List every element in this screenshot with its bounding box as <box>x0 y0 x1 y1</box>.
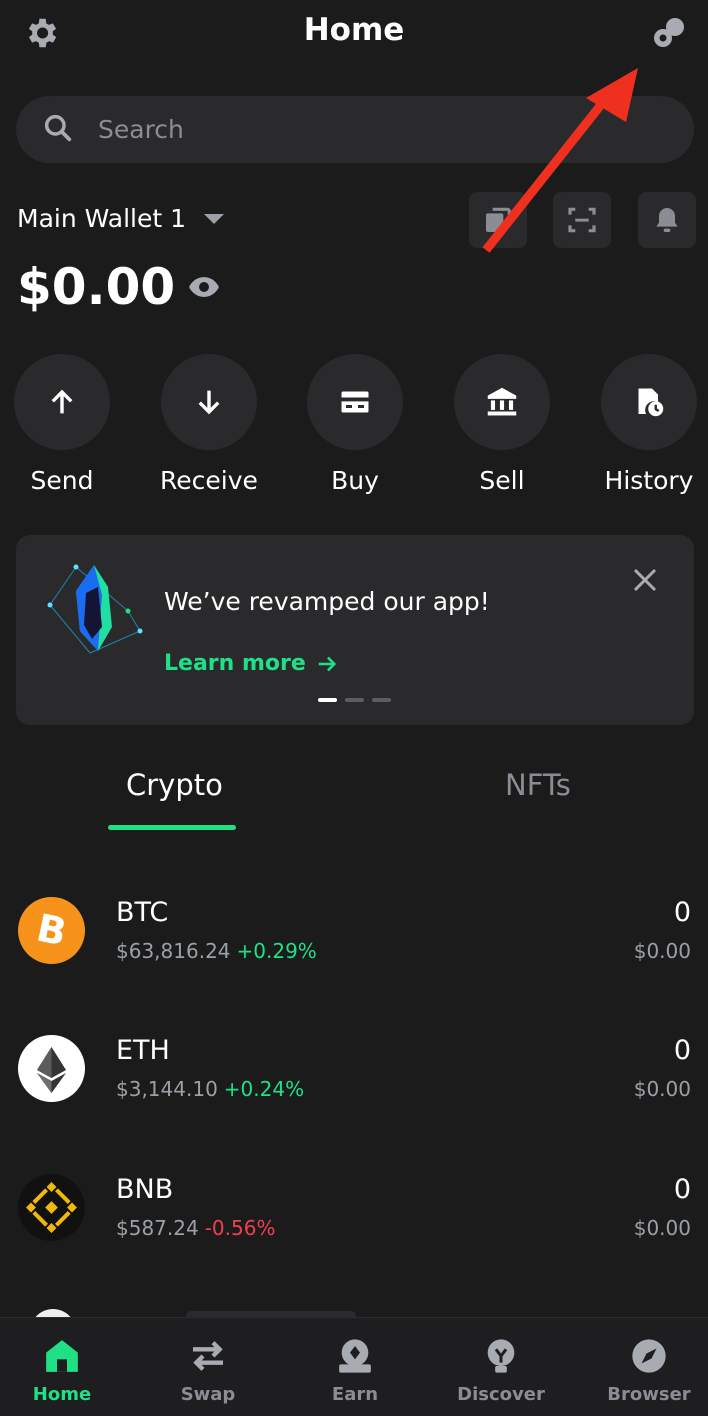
send-action[interactable]: Send <box>14 354 110 495</box>
svg-text:B: B <box>33 905 70 954</box>
promo-banner[interactable]: We’ve revamped our app! Learn more <box>16 535 694 725</box>
wallet-selector[interactable]: Main Wallet 1 <box>17 204 224 233</box>
compass-icon <box>632 1339 666 1373</box>
asset-change: -0.56% <box>204 1216 276 1240</box>
asset-price: $63,816.24 <box>116 939 231 963</box>
bnb-icon <box>18 1174 85 1241</box>
balance-value: $0.00 <box>17 258 176 316</box>
lightbulb-icon <box>487 1339 515 1373</box>
asset-row-eth[interactable]: ETH $3,144.10 +0.24% 0 $0.00 <box>0 1035 708 1135</box>
active-tab-indicator <box>108 825 236 830</box>
nav-browser-label: Browser <box>607 1384 691 1405</box>
asset-row-btc[interactable]: B BTC $63,816.24 +0.29% 0 $0.00 <box>0 897 708 997</box>
nav-earn[interactable]: Earn <box>290 1334 420 1405</box>
history-icon <box>638 388 664 417</box>
buy-action[interactable]: Buy <box>307 354 403 495</box>
asset-change: +0.29% <box>236 939 317 963</box>
receive-action[interactable]: Receive <box>160 354 258 495</box>
nav-swap[interactable]: Swap <box>143 1334 273 1405</box>
asset-fiat-value: $0.00 <box>633 939 691 963</box>
learn-more-label: Learn more <box>164 651 306 676</box>
asset-change: +0.24% <box>223 1077 305 1101</box>
home-icon <box>46 1340 78 1372</box>
asset-row-bnb[interactable]: BNB $587.24 -0.56% 0 $0.00 <box>0 1174 708 1274</box>
tab-nfts[interactable]: NFTs <box>505 768 571 802</box>
earn-icon <box>339 1339 371 1373</box>
page-title: Home <box>303 12 405 48</box>
link-icon[interactable] <box>650 14 688 52</box>
nav-discover[interactable]: Discover <box>436 1334 566 1405</box>
nav-swap-label: Swap <box>180 1384 236 1405</box>
nav-home-label: Home <box>32 1384 92 1405</box>
nav-discover-label: Discover <box>457 1384 545 1405</box>
annotation-arrow-icon <box>482 68 638 253</box>
asset-price: $587.24 <box>116 1216 199 1240</box>
asset-amount: 0 <box>673 1035 691 1066</box>
sell-label: Sell <box>479 466 525 495</box>
carousel-dot <box>345 698 364 702</box>
learn-more-link[interactable]: Learn more <box>164 651 338 676</box>
card-icon <box>341 391 369 413</box>
tab-crypto[interactable]: Crypto <box>126 768 223 802</box>
carousel-dot <box>318 698 337 702</box>
carousel-indicator <box>318 698 391 702</box>
nav-browser[interactable]: Browser <box>584 1334 708 1405</box>
nav-earn-label: Earn <box>331 1384 379 1405</box>
asset-amount: 0 <box>673 1174 691 1205</box>
bank-icon <box>487 387 517 416</box>
history-action[interactable]: History <box>601 354 697 495</box>
asset-price-line: $3,144.10 +0.24% <box>116 1077 304 1101</box>
wallet-name: Main Wallet 1 <box>17 204 186 233</box>
asset-symbol: ETH <box>116 1035 170 1066</box>
asset-price-line: $587.24 -0.56% <box>116 1216 275 1240</box>
ethereum-icon <box>18 1035 85 1102</box>
asset-symbol: BNB <box>116 1174 174 1205</box>
search-icon <box>44 114 72 142</box>
history-label: History <box>604 466 694 495</box>
asset-price: $3,144.10 <box>116 1077 218 1101</box>
asset-price-line: $63,816.24 +0.29% <box>116 939 317 963</box>
asset-fiat-value: $0.00 <box>633 1216 691 1240</box>
arrow-up-icon <box>51 389 73 414</box>
chevron-down-icon <box>204 213 224 224</box>
banner-message: We’ve revamped our app! <box>164 587 490 616</box>
carousel-dot <box>372 698 391 702</box>
eye-icon[interactable] <box>187 270 221 304</box>
bottom-nav: Home Swap Earn Discover Browser <box>0 1317 708 1416</box>
send-label: Send <box>30 466 94 495</box>
arrow-down-icon <box>198 390 220 415</box>
asset-amount: 0 <box>673 897 691 928</box>
swap-icon <box>193 1341 223 1371</box>
bell-icon <box>656 208 678 232</box>
asset-symbol: BTC <box>116 897 169 928</box>
asset-fiat-value: $0.00 <box>633 1077 691 1101</box>
close-icon[interactable] <box>630 565 660 595</box>
wallet-balance: $0.00 <box>17 258 221 316</box>
receive-label: Receive <box>160 466 258 495</box>
nav-home[interactable]: Home <box>0 1334 127 1405</box>
bitcoin-icon: B <box>18 897 85 964</box>
arrow-right-icon <box>318 656 336 671</box>
crystal-illustration-icon <box>47 564 143 654</box>
sell-action[interactable]: Sell <box>454 354 550 495</box>
buy-label: Buy <box>331 466 379 495</box>
